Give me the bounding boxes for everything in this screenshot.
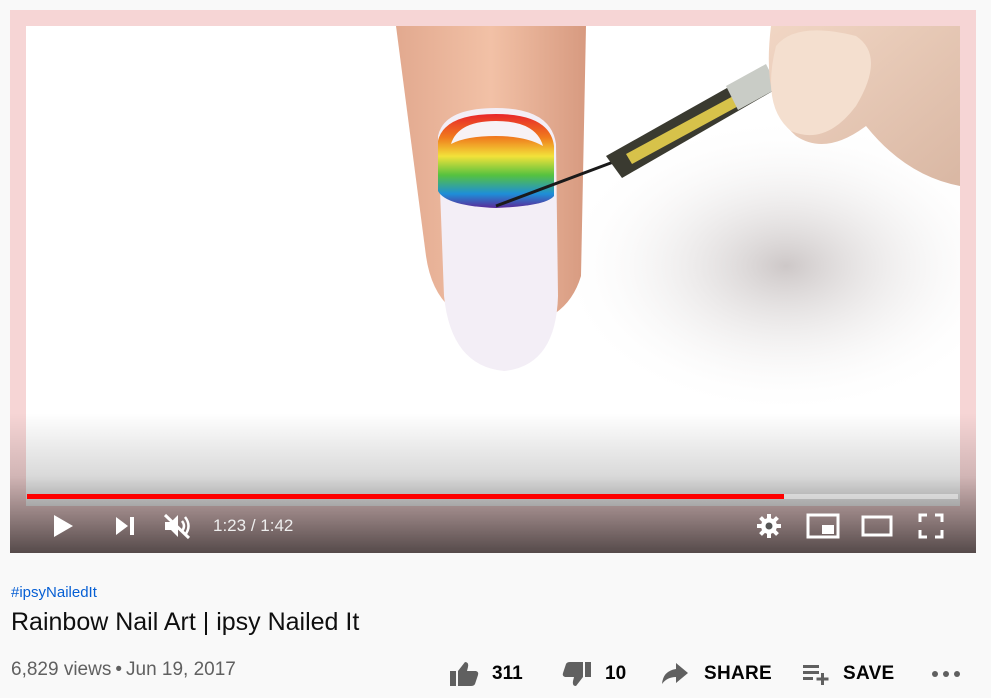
mute-icon xyxy=(163,513,191,540)
duration: 1:42 xyxy=(260,516,294,535)
fullscreen-icon xyxy=(918,513,944,539)
theater-mode-button[interactable] xyxy=(860,506,894,546)
dislike-button[interactable]: 10 xyxy=(561,656,626,692)
video-player[interactable]: 1:23 / 1:42 xyxy=(10,10,976,553)
current-time: 1:23 xyxy=(213,516,247,535)
video-meta: 6,829 views • Jun 19, 2017 xyxy=(11,659,236,681)
settings-button[interactable] xyxy=(754,506,784,546)
settings-icon xyxy=(757,514,781,538)
miniplayer-button[interactable] xyxy=(805,506,841,546)
meta-separator: • xyxy=(115,659,122,680)
time-separator: / xyxy=(246,516,261,535)
video-title: Rainbow Nail Art | ipsy Nailed It xyxy=(11,608,360,636)
player-controls: 1:23 / 1:42 xyxy=(10,506,976,546)
theater-icon xyxy=(861,515,893,537)
hashtag-link[interactable]: #ipsyNailedIt xyxy=(11,584,97,601)
save-label: SAVE xyxy=(843,663,895,684)
thumbs-up-icon xyxy=(450,662,479,686)
mute-button[interactable] xyxy=(160,506,194,546)
thumbs-down-icon xyxy=(562,662,591,686)
share-icon xyxy=(662,663,688,684)
progress-bar[interactable] xyxy=(27,494,958,499)
next-button[interactable] xyxy=(110,506,140,546)
more-horizontal-icon xyxy=(932,671,960,677)
time-display: 1:23 / 1:42 xyxy=(213,516,293,536)
play-icon xyxy=(54,515,73,537)
share-button[interactable]: SHARE xyxy=(660,656,772,692)
upload-date: Jun 19, 2017 xyxy=(126,659,236,680)
view-count: 6,829 views xyxy=(11,659,112,680)
like-count: 311 xyxy=(492,663,523,684)
miniplayer-icon xyxy=(806,513,840,539)
play-button[interactable] xyxy=(48,506,78,546)
dislike-count: 10 xyxy=(605,663,627,684)
progress-bar-played xyxy=(27,494,784,499)
fullscreen-button[interactable] xyxy=(916,506,946,546)
like-button[interactable]: 311 xyxy=(448,656,523,692)
save-button[interactable]: SAVE xyxy=(801,656,895,692)
next-icon xyxy=(116,517,134,535)
share-label: SHARE xyxy=(704,663,773,684)
more-actions-button[interactable] xyxy=(930,656,962,692)
add-to-playlist-icon xyxy=(803,665,829,685)
